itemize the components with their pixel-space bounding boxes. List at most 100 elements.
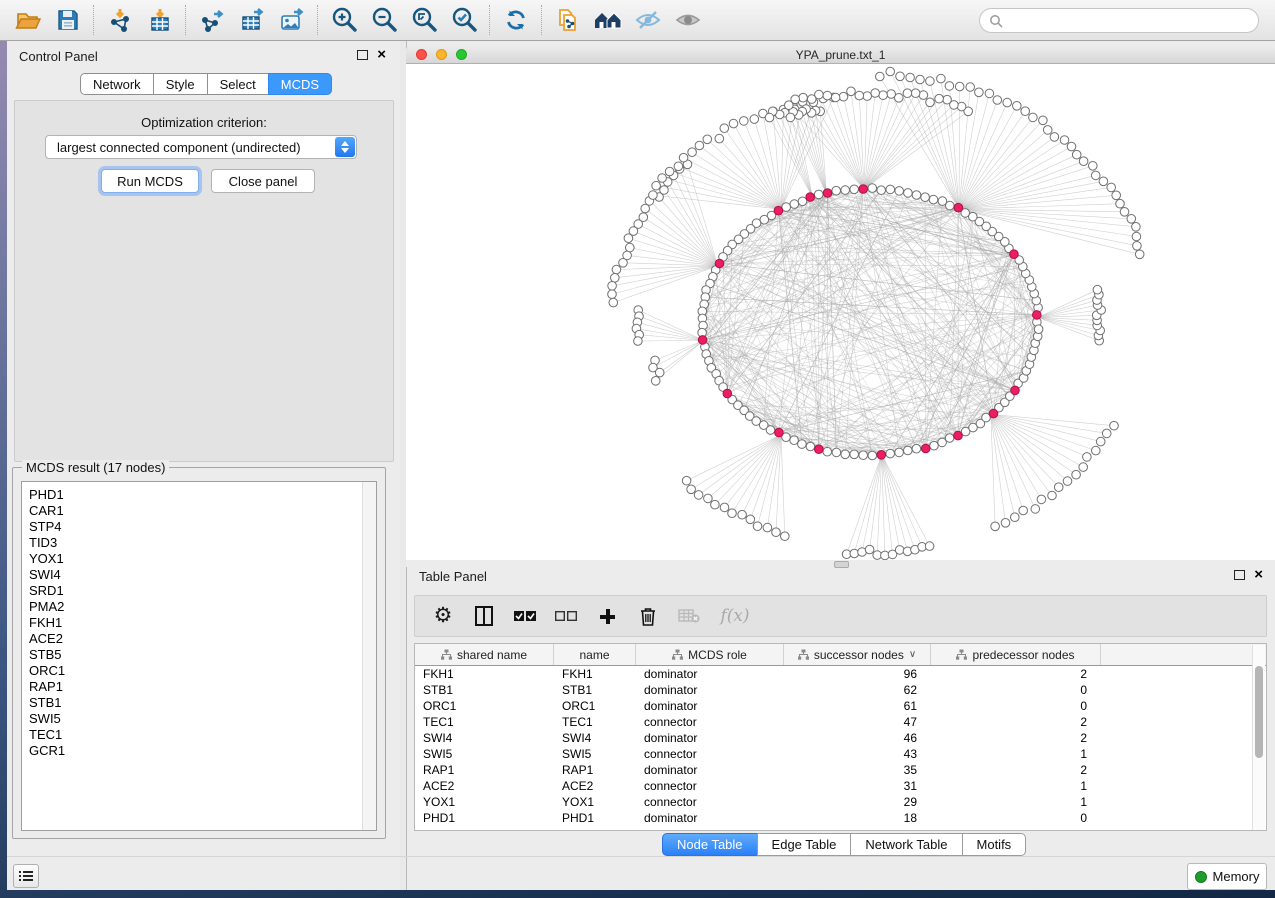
graph-node[interactable]	[765, 113, 774, 122]
run-mcds-button[interactable]: Run MCDS	[101, 169, 199, 193]
graph-node-mcds[interactable]	[877, 451, 886, 460]
graph-edge[interactable]	[819, 95, 864, 190]
table-cell[interactable]: SWI5	[554, 747, 636, 761]
graph-node[interactable]	[652, 181, 661, 190]
graph-node[interactable]	[1072, 150, 1081, 159]
graph-node[interactable]	[865, 545, 874, 554]
table-cell[interactable]: SWI4	[415, 731, 554, 745]
graph-edge[interactable]	[882, 455, 922, 547]
graph-node[interactable]	[611, 274, 620, 283]
tab-style[interactable]: Style	[153, 73, 208, 95]
graph-node-mcds[interactable]	[815, 445, 824, 454]
table-cell[interactable]: dominator	[636, 667, 784, 681]
show-panels-list-button[interactable]	[13, 864, 39, 888]
table-cell[interactable]: connector	[636, 715, 784, 729]
graph-node[interactable]	[634, 337, 643, 346]
graph-node[interactable]	[1050, 133, 1059, 142]
tab-node-table[interactable]: Node Table	[662, 833, 758, 856]
close-panel-icon[interactable]: ×	[1254, 570, 1263, 580]
graph-node[interactable]	[624, 234, 633, 243]
graph-node[interactable]	[1031, 505, 1040, 514]
table-row[interactable]: SWI4SWI4dominator462	[415, 730, 1266, 746]
graph-node[interactable]	[1116, 199, 1125, 208]
mcds-result-list[interactable]: PHD1CAR1STP4TID3YOX1SWI4SRD1PMA2FKH1ACE2…	[21, 481, 377, 831]
graph-node[interactable]	[720, 124, 729, 133]
mcds-result-item[interactable]: PHD1	[29, 487, 376, 503]
graph-node[interactable]	[955, 82, 964, 91]
table-cell[interactable]: YOX1	[554, 795, 636, 809]
graph-edge[interactable]	[864, 93, 916, 189]
graph-node[interactable]	[1083, 453, 1092, 462]
graph-node[interactable]	[1112, 191, 1121, 200]
graph-edge[interactable]	[645, 209, 718, 266]
zoom-selected-button[interactable]	[444, 3, 484, 37]
import-table-button[interactable]	[140, 3, 180, 37]
graph-node[interactable]	[1127, 215, 1136, 224]
table-row[interactable]: SWI5SWI5connector431	[415, 746, 1266, 762]
hide-selected-button[interactable]	[628, 3, 668, 37]
graph-node[interactable]	[608, 282, 617, 291]
graph-edge[interactable]	[699, 146, 781, 210]
graph-edge[interactable]	[991, 414, 1101, 441]
table-cell[interactable]: 0	[931, 683, 1101, 697]
table-cell[interactable]: 2	[931, 715, 1101, 729]
graph-node[interactable]	[694, 491, 703, 500]
graph-node[interactable]	[1079, 463, 1088, 472]
float-panel-icon[interactable]	[357, 50, 368, 60]
graph-node[interactable]	[782, 203, 791, 212]
graph-node[interactable]	[1096, 437, 1105, 446]
graph-edge[interactable]	[780, 115, 813, 198]
export-table-button[interactable]	[232, 3, 272, 37]
graph-node[interactable]	[1093, 285, 1102, 294]
mcds-result-item[interactable]: STB5	[29, 647, 376, 663]
graph-node[interactable]	[1120, 208, 1129, 217]
graph-node[interactable]	[957, 102, 966, 111]
graph-node[interactable]	[896, 72, 905, 81]
graph-edge[interactable]	[1038, 317, 1099, 340]
graph-edge[interactable]	[959, 130, 1048, 209]
graph-node[interactable]	[729, 119, 738, 128]
table-cell[interactable]: 2	[931, 763, 1101, 777]
graph-node[interactable]	[682, 476, 691, 485]
graph-edge[interactable]	[864, 93, 907, 189]
graph-edge[interactable]	[781, 435, 785, 536]
function-builder-button[interactable]: f(x)	[718, 604, 752, 628]
graph-edge[interactable]	[636, 329, 703, 341]
graph-node[interactable]	[841, 186, 850, 195]
graph-node[interactable]	[1011, 513, 1020, 522]
graph-node[interactable]	[850, 450, 859, 459]
table-cell[interactable]: PHD1	[415, 811, 554, 825]
table-cell[interactable]: STB1	[554, 683, 636, 697]
table-scrollbar-thumb[interactable]	[1255, 666, 1263, 758]
graph-node[interactable]	[886, 67, 895, 76]
graph-node[interactable]	[1013, 102, 1022, 111]
mcds-result-item[interactable]: GCR1	[29, 743, 376, 759]
graph-node[interactable]	[871, 89, 880, 98]
tab-edge-table[interactable]: Edge Table	[757, 833, 852, 856]
show-all-button[interactable]	[668, 3, 708, 37]
graph-node[interactable]	[850, 185, 859, 194]
graph-node[interactable]	[993, 96, 1002, 105]
table-cell[interactable]: connector	[636, 747, 784, 761]
graph-edge[interactable]	[612, 266, 718, 286]
graph-edge[interactable]	[758, 435, 782, 526]
graph-node[interactable]	[753, 522, 762, 531]
graph-edge[interactable]	[877, 455, 882, 555]
graph-node[interactable]	[674, 162, 683, 171]
graph-edge[interactable]	[882, 455, 908, 552]
table-settings-button[interactable]: ⚙	[431, 604, 455, 628]
save-session-button[interactable]	[48, 3, 88, 37]
graph-edge[interactable]	[847, 455, 882, 555]
table-row[interactable]: PHD1PHD1dominator180	[415, 810, 1266, 826]
graph-edge[interactable]	[655, 341, 704, 361]
float-panel-icon[interactable]	[1234, 570, 1245, 580]
graph-edge[interactable]	[959, 137, 1054, 209]
graph-node[interactable]	[1102, 429, 1111, 438]
table-cell[interactable]: dominator	[636, 811, 784, 825]
graph-node[interactable]	[1132, 223, 1141, 232]
graph-edge[interactable]	[991, 414, 1076, 474]
graph-node[interactable]	[609, 298, 618, 307]
mcds-result-item[interactable]: SRD1	[29, 583, 376, 599]
table-row[interactable]: RAP1RAP1dominator352	[415, 762, 1266, 778]
mcds-result-item[interactable]: ACE2	[29, 631, 376, 647]
